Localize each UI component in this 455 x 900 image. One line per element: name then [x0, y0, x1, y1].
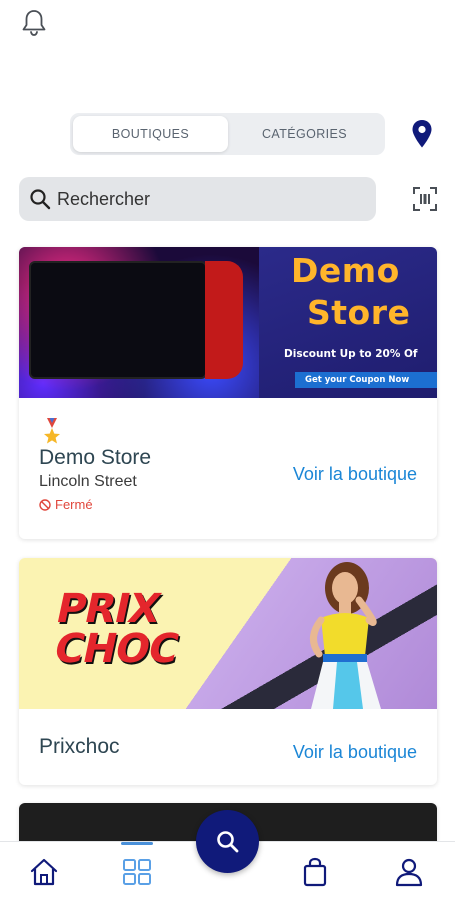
banner-title-line2: Store: [307, 293, 411, 332]
bell-icon[interactable]: [20, 8, 48, 38]
search-input[interactable]: Rechercher: [19, 177, 376, 221]
user-icon[interactable]: [393, 856, 425, 888]
visit-store-link[interactable]: Voir la boutique: [293, 464, 417, 485]
store-name: Prixchoc: [39, 735, 120, 758]
prixchoc-logo-line2: CHOC: [50, 626, 183, 672]
search-icon: [30, 189, 51, 210]
visit-store-link[interactable]: Voir la boutique: [293, 742, 417, 763]
banner-title-line1: Demo: [291, 251, 400, 290]
barcode-scan-icon[interactable]: [411, 185, 439, 213]
store-status: Fermé: [39, 497, 151, 512]
store-banner-prixchoc: PRIX CHOC: [19, 558, 437, 709]
store-card-prixchoc[interactable]: PRIX CHOC Prixchoc Voir la boutique: [19, 558, 437, 785]
store-street: Lincoln Street: [39, 473, 137, 490]
closed-icon: [39, 498, 51, 511]
tab-boutiques[interactable]: BOUTIQUES: [73, 116, 228, 152]
store-card-demo-store[interactable]: Demo Store Discount Up to 20% Of Get you…: [19, 247, 437, 539]
medal-icon: [44, 418, 60, 444]
tab-categories[interactable]: CATÉGORIES: [227, 116, 382, 152]
banner-coupon-text: Get your Coupon Now: [295, 372, 437, 388]
model-photo: [310, 562, 381, 709]
store-info: Demo Store Lincoln Street Fermé: [39, 446, 151, 512]
store-banner-demo: Demo Store Discount Up to 20% Of Get you…: [19, 247, 437, 398]
nav-active-indicator: [121, 842, 153, 845]
search-fab-button[interactable]: [196, 810, 259, 873]
location-pin-icon[interactable]: [411, 119, 433, 149]
bag-icon[interactable]: [299, 856, 331, 888]
home-icon[interactable]: [28, 856, 60, 888]
store-info: Prixchoc: [39, 735, 120, 759]
store-name: Demo Store: [39, 446, 152, 469]
search-icon: [216, 830, 238, 852]
grid-icon[interactable]: [121, 856, 153, 888]
store-status-label: Fermé: [55, 497, 93, 512]
banner-discount-text: Discount Up to 20% Of: [284, 348, 418, 360]
segmented-control: BOUTIQUES CATÉGORIES: [70, 113, 385, 155]
console-controller-graphic: [205, 261, 243, 379]
console-screen-graphic: [29, 261, 207, 379]
search-placeholder: Rechercher: [57, 188, 151, 209]
